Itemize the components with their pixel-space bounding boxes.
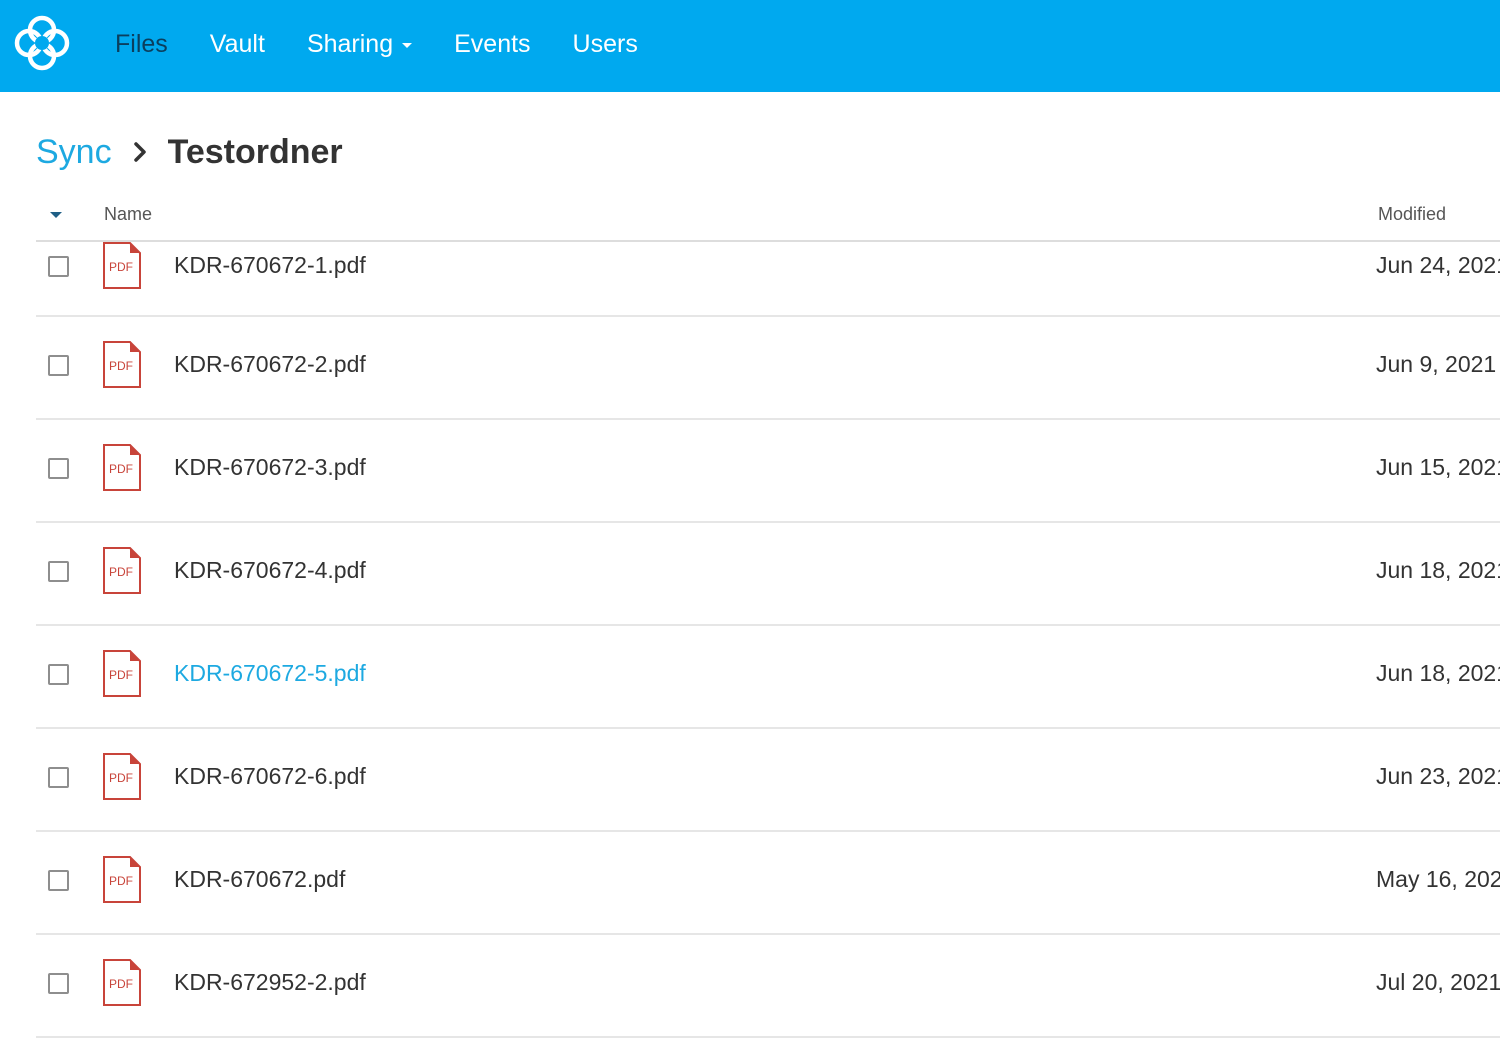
nav-events-label: Events <box>454 29 531 58</box>
pdf-icon-label: PDF <box>109 668 133 682</box>
caret-down-icon <box>402 43 413 48</box>
pdf-icon-label: PDF <box>109 462 133 476</box>
file-row[interactable]: PDF KDR-670672-1.pdf Jun 24, 2021 <box>36 242 1500 317</box>
file-name-link[interactable]: KDR-670672-4.pdf <box>174 557 366 584</box>
pdf-file-icon: PDF <box>103 341 141 388</box>
top-navigation-bar: Files Vault Sharing Events Users <box>0 0 1500 92</box>
pdf-icon-label: PDF <box>109 565 133 579</box>
nav-sharing[interactable]: Sharing <box>306 29 413 59</box>
pdf-icon-label: PDF <box>109 359 133 373</box>
nav-events[interactable]: Events <box>454 30 530 59</box>
pdf-file-icon: PDF <box>103 856 141 903</box>
row-checkbox[interactable] <box>48 767 69 788</box>
file-modified-date: Jun 9, 2021 <box>1376 351 1497 377</box>
file-row[interactable]: PDF KDR-670672-5.pdf Jun 18, 2021 <box>36 626 1500 729</box>
row-checkbox[interactable] <box>48 561 69 582</box>
pdf-file-icon: PDF <box>103 444 141 491</box>
file-row[interactable]: PDF KDR-670672.pdf May 16, 2021 <box>36 832 1500 935</box>
column-header-name[interactable]: Name <box>104 204 152 225</box>
pdf-icon-label: PDF <box>109 874 133 888</box>
nav-users[interactable]: Users <box>573 30 638 59</box>
row-checkbox[interactable] <box>48 256 69 277</box>
file-modified-date: Jun 23, 2021 <box>1376 763 1500 789</box>
file-name-link[interactable]: KDR-670672-2.pdf <box>174 351 366 378</box>
nav-files-label: Files <box>115 29 168 58</box>
file-row[interactable]: PDF KDR-670672-4.pdf Jun 18, 2021 <box>36 523 1500 626</box>
nav-users-label: Users <box>572 29 638 58</box>
breadcrumb-root-link[interactable]: Sync <box>36 133 112 172</box>
file-list-header: Name Modified <box>36 196 1500 242</box>
file-modified-date: May 16, 2021 <box>1376 866 1500 892</box>
pdf-file-icon: PDF <box>103 753 141 800</box>
nav-vault-label: Vault <box>209 29 265 58</box>
file-modified-date: Jun 24, 2021 <box>1376 252 1500 278</box>
nav-vault[interactable]: Vault <box>210 30 265 59</box>
main-nav: Files Vault Sharing Events Users <box>115 0 680 88</box>
breadcrumb: Sync Testordner <box>36 128 343 176</box>
file-name-link[interactable]: KDR-670672-3.pdf <box>174 454 366 481</box>
file-modified-date: Jul 20, 2021 <box>1376 969 1500 995</box>
row-checkbox[interactable] <box>48 355 69 376</box>
sort-caret-down-icon[interactable] <box>50 212 62 218</box>
nav-files[interactable]: Files <box>115 30 168 59</box>
file-name-link[interactable]: KDR-670672-6.pdf <box>174 763 366 790</box>
column-header-modified[interactable]: Modified <box>1378 204 1446 225</box>
file-modified-date: Jun 15, 2021 <box>1376 454 1500 480</box>
file-name-link[interactable]: KDR-672952-2.pdf <box>174 969 366 996</box>
row-checkbox[interactable] <box>48 664 69 685</box>
breadcrumb-current-folder: Testordner <box>167 132 343 171</box>
file-row[interactable]: PDF KDR-672952-2.pdf Jul 20, 2021 <box>36 935 1500 1038</box>
pdf-file-icon: PDF <box>103 547 141 594</box>
file-row[interactable]: PDF KDR-670672-3.pdf Jun 15, 2021 <box>36 420 1500 523</box>
row-checkbox[interactable] <box>48 973 69 994</box>
pdf-icon-label: PDF <box>109 977 133 991</box>
pdf-icon-label: PDF <box>109 771 133 785</box>
row-checkbox[interactable] <box>48 870 69 891</box>
file-name-link[interactable]: KDR-670672-5.pdf <box>174 660 366 687</box>
file-modified-date: Jun 18, 2021 <box>1376 660 1500 686</box>
file-modified-date: Jun 18, 2021 <box>1376 557 1500 583</box>
file-name-link[interactable]: KDR-670672.pdf <box>174 866 345 893</box>
chevron-right-icon <box>133 142 146 162</box>
file-name-link[interactable]: KDR-670672-1.pdf <box>174 252 366 279</box>
file-row[interactable]: PDF KDR-670672-2.pdf Jun 9, 2021 <box>36 317 1500 420</box>
file-list: PDF KDR-670672-1.pdf Jun 24, 2021 PDF KDR-67… <box>36 242 1500 1038</box>
pdf-icon-label: PDF <box>109 260 133 274</box>
pdf-file-icon: PDF <box>103 242 141 289</box>
sync-logo-icon[interactable] <box>12 13 72 73</box>
pdf-file-icon: PDF <box>103 650 141 697</box>
nav-sharing-label: Sharing <box>306 29 394 58</box>
file-row[interactable]: PDF KDR-670672-6.pdf Jun 23, 2021 <box>36 729 1500 832</box>
row-checkbox[interactable] <box>48 458 69 479</box>
